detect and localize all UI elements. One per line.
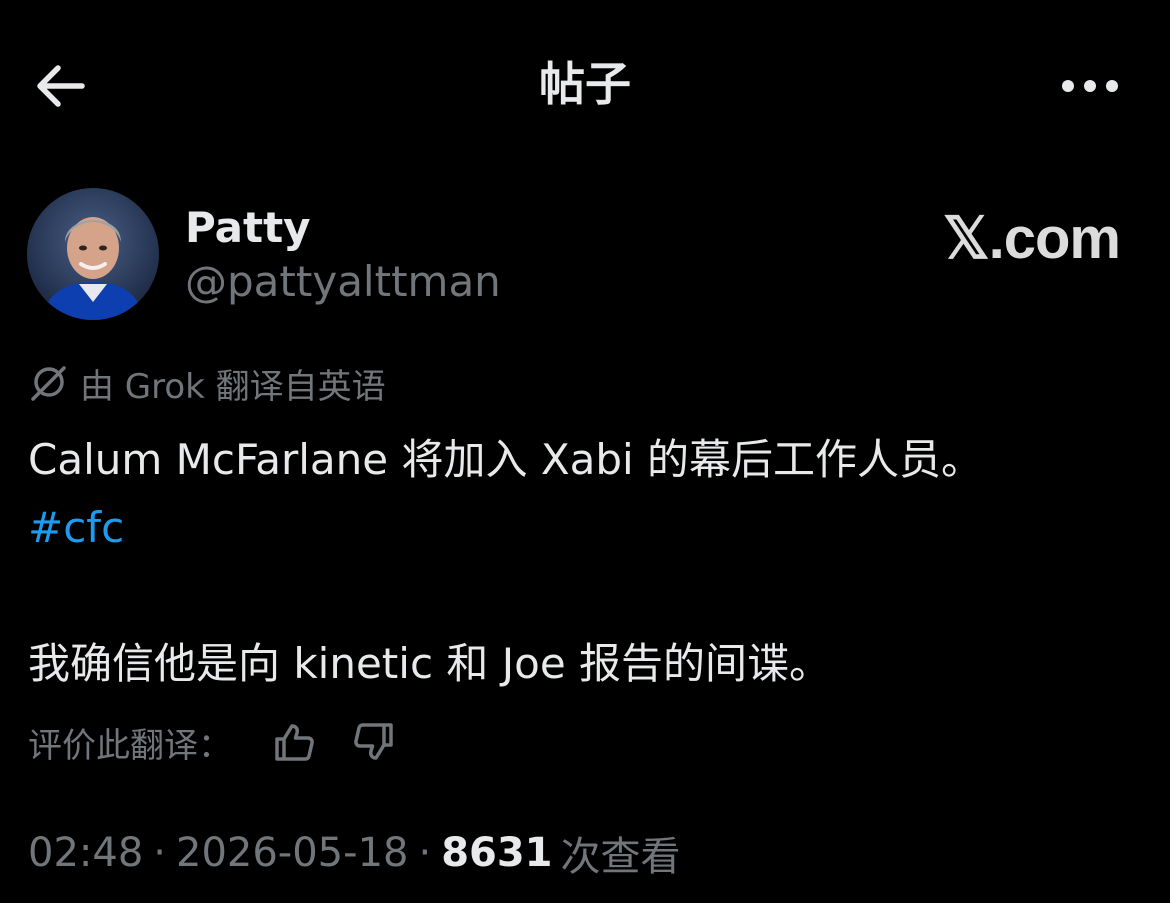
translation-note-text: 由 Grok 翻译自英语 [80, 366, 386, 407]
meta-separator: · [418, 830, 432, 876]
tweet-date: 2026-05-18 [176, 830, 409, 876]
tweet-time: 02:48 [28, 830, 144, 876]
avatar-photo-icon [27, 188, 159, 320]
view-count-label: 次查看 [560, 834, 681, 880]
thumbs-down-button[interactable] [352, 720, 396, 764]
rate-translation-label: 评价此翻译： [28, 725, 232, 766]
translation-note: 由 Grok 翻译自英语 [28, 360, 386, 407]
thumbs-up-button[interactable] [272, 720, 316, 764]
view-count[interactable]: 8631 [441, 830, 552, 876]
rate-translation: 评价此翻译： [28, 718, 396, 766]
more-icon [1062, 80, 1118, 92]
hashtag-link[interactable]: #cfc [28, 503, 124, 552]
author-display-name[interactable]: Patty [185, 202, 311, 254]
thumbs-down-icon [354, 723, 393, 760]
meta-separator: · [153, 830, 166, 876]
x-com-watermark: 𝕏.com [942, 206, 1121, 271]
top-bar: 帖子 [0, 40, 1170, 128]
tweet-line-1: Calum McFarlane 将加入 Xabi 的幕后工作人员。 [28, 435, 984, 484]
tweet-line-2: 我确信他是向 kinetic 和 Joe 报告的间谍。 [28, 639, 832, 688]
avatar[interactable] [27, 188, 159, 320]
page-title: 帖子 [539, 57, 631, 111]
more-options-button[interactable] [1050, 54, 1130, 118]
author-handle[interactable]: @pattyalttman [185, 256, 501, 308]
grok-icon [31, 366, 66, 401]
tweet-meta: 02:48 · 2026-05-18 · 8631 次查看 [28, 826, 681, 880]
tweet-text: Calum McFarlane 将加入 Xabi 的幕后工作人员。 #cfc 我… [28, 426, 1148, 698]
thumbs-up-icon [275, 724, 314, 761]
